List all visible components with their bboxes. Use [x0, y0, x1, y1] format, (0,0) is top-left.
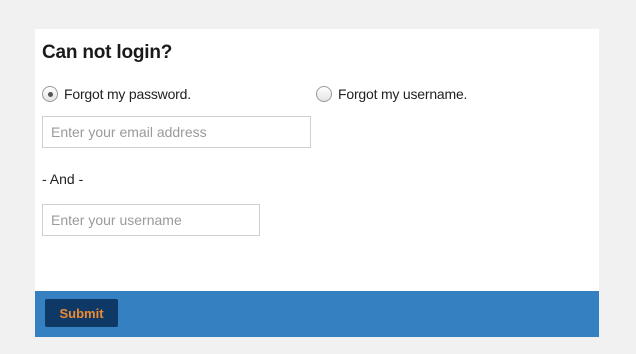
forgot-username-option[interactable]: Forgot my username. [316, 84, 467, 104]
form-footer-bar: Submit [35, 291, 599, 337]
submit-button[interactable]: Submit [45, 299, 118, 327]
forgot-password-radio[interactable] [42, 86, 58, 102]
email-field[interactable] [42, 116, 311, 148]
login-help-panel: Can not login? Forgot my password. Forgo… [35, 29, 599, 337]
forgot-username-radio[interactable] [316, 86, 332, 102]
and-separator: - And - [42, 171, 84, 187]
username-field[interactable] [42, 204, 260, 236]
form-title: Can not login? [42, 42, 173, 63]
forgot-password-label[interactable]: Forgot my password. [64, 86, 191, 102]
forgot-username-label[interactable]: Forgot my username. [338, 86, 467, 102]
forgot-password-option[interactable]: Forgot my password. [42, 84, 191, 104]
